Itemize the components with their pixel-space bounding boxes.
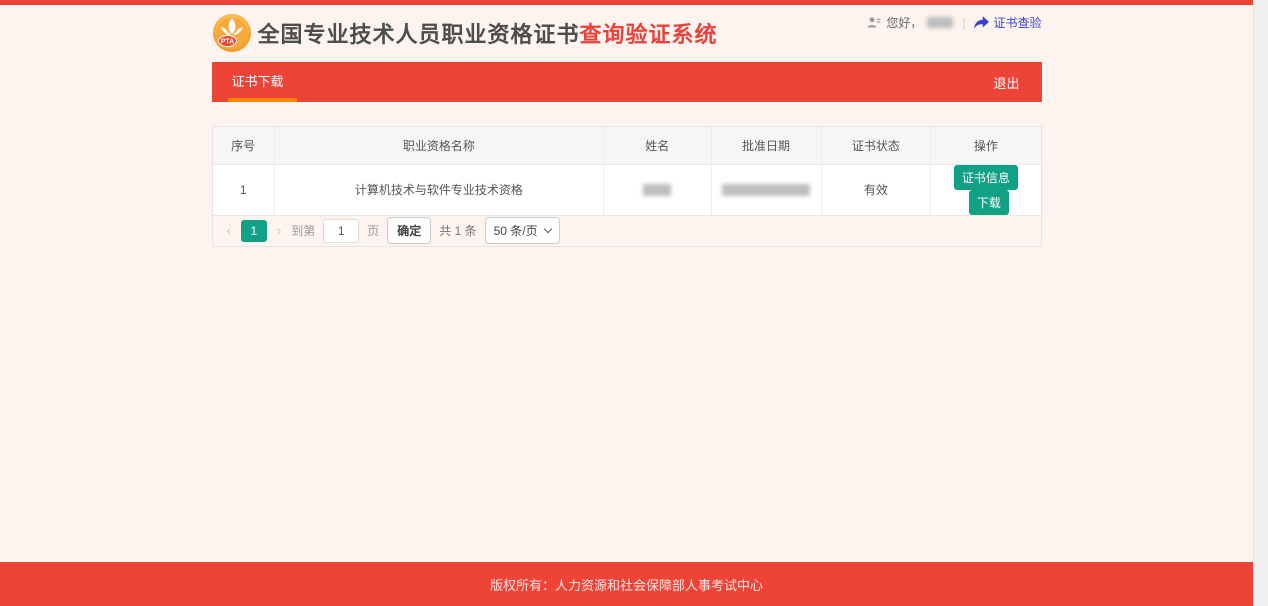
cell-status: 有效 (821, 164, 931, 215)
table-header-row: 序号 职业资格名称 姓名 批准日期 证书状态 操作 (213, 127, 1041, 164)
prev-page-button[interactable]: ‹ (225, 223, 233, 238)
user-info: 您好， | 证书查验 (867, 14, 1041, 31)
footer: 版权所有：人力资源和社会保障部人事考试中心 (0, 562, 1253, 606)
cell-name (603, 164, 711, 215)
separator: | (958, 16, 969, 30)
header-approval-date: 批准日期 (711, 127, 821, 164)
copyright-text: 版权所有：人力资源和社会保障部人事考试中心 (490, 575, 763, 594)
page-size-select[interactable]: 50 条/页 (485, 217, 560, 244)
page-size-value: 50 条/页 (494, 222, 538, 239)
title-main: 全国专业技术人员职业资格证书 (258, 22, 580, 47)
logout-button[interactable]: 退出 (993, 73, 1041, 92)
confirm-button[interactable]: 确定 (387, 217, 431, 244)
header-index: 序号 (213, 127, 275, 164)
cell-qualification: 计算机技术与软件专业技术资格 (274, 164, 603, 215)
main-nav: 证书下载 退出 (212, 62, 1042, 102)
certificate-verify-link[interactable]: 证书查验 (974, 14, 1041, 31)
share-arrow-icon (974, 16, 989, 29)
header-status: 证书状态 (821, 127, 931, 164)
active-tab-underline (228, 98, 297, 102)
goto-page-input[interactable] (323, 219, 359, 243)
header-qualification: 职业资格名称 (274, 127, 603, 164)
header-name: 姓名 (603, 127, 711, 164)
user-icon (867, 16, 881, 30)
site-header: PTA 全国专业技术人员职业资格证书查询验证系统 您好， | (212, 5, 1042, 62)
page: PTA 全国专业技术人员职业资格证书查询验证系统 您好， | (0, 0, 1253, 606)
certificate-info-button[interactable]: 证书信息 (954, 165, 1018, 190)
redacted-user-name (927, 17, 953, 28)
verify-link-label: 证书查验 (993, 14, 1041, 31)
tab-label: 证书下载 (232, 74, 284, 89)
certificate-table: 序号 职业资格名称 姓名 批准日期 证书状态 操作 1 计算机技术与软件专业技术… (213, 127, 1041, 216)
svg-text:PTA: PTA (220, 39, 233, 46)
pta-logo-icon: PTA (212, 13, 252, 53)
redacted-date (722, 184, 810, 196)
chevron-down-icon (543, 225, 551, 233)
title-accent: 查询验证系统 (580, 22, 718, 47)
total-count-label: 共 1 条 (439, 222, 476, 239)
redacted-name (643, 184, 671, 196)
page-label: 页 (367, 222, 379, 239)
download-button[interactable]: 下载 (969, 190, 1009, 215)
pagination-bar: ‹ 1 › 到第 页 确定 共 1 条 50 条/页 (213, 216, 1041, 246)
next-page-button[interactable]: › (275, 223, 283, 238)
table-row: 1 计算机技术与软件专业技术资格 有效 证书信息 下载 (213, 164, 1041, 215)
certificate-table-panel: 序号 职业资格名称 姓名 批准日期 证书状态 操作 1 计算机技术与软件专业技术… (212, 126, 1042, 247)
cell-operations: 证书信息 下载 (931, 164, 1041, 215)
page-title: 全国专业技术人员职业资格证书查询验证系统 (258, 17, 718, 49)
brand: PTA 全国专业技术人员职业资格证书查询验证系统 (212, 13, 718, 53)
current-page-button[interactable]: 1 (241, 220, 267, 242)
greeting-text: 您好， (886, 14, 922, 31)
tab-certificate-download[interactable]: 证书下载 (212, 62, 304, 102)
header-operations: 操作 (931, 127, 1041, 164)
cell-approval-date (711, 164, 821, 215)
vertical-scrollbar[interactable] (1253, 0, 1268, 606)
goto-label: 到第 (291, 222, 315, 239)
cell-index: 1 (213, 164, 275, 215)
